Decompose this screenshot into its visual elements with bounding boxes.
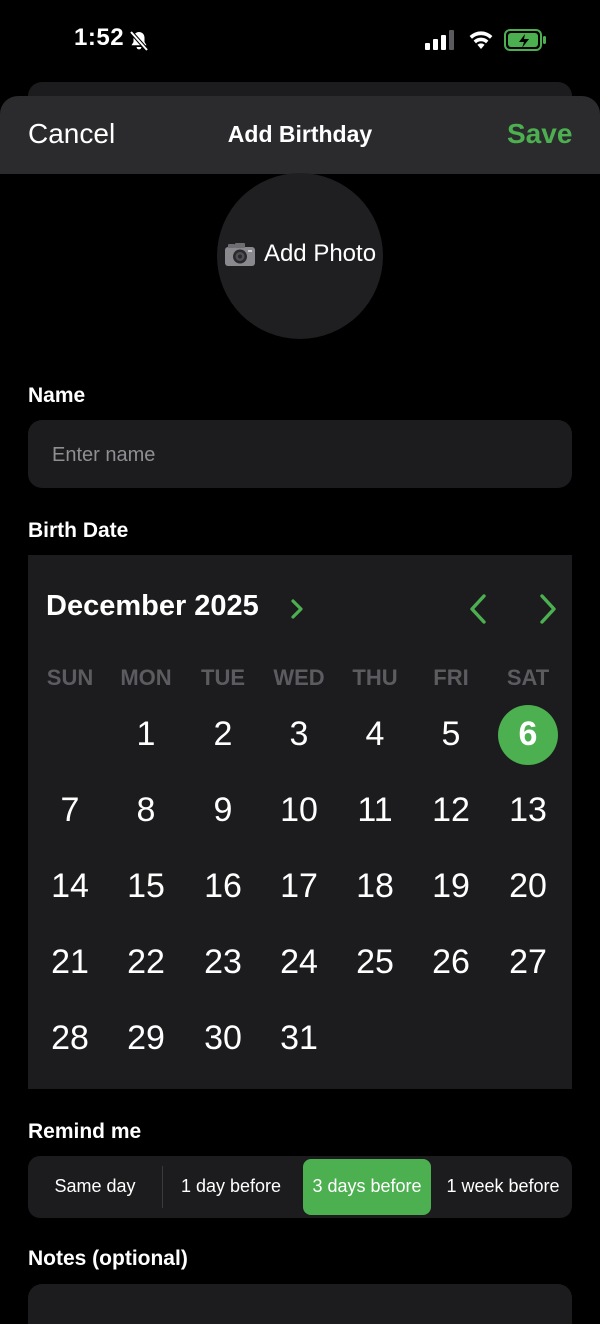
- calendar-day[interactable]: 29: [108, 1019, 184, 1058]
- calendar-day[interactable]: 22: [108, 943, 184, 982]
- weekday-sun: SUN: [46, 665, 94, 690]
- weekday-sat: SAT: [506, 665, 550, 690]
- calendar-day[interactable]: 16: [185, 867, 261, 906]
- weekday-thu: THU: [352, 665, 398, 690]
- calendar-day[interactable]: 11: [337, 791, 413, 830]
- calendar-day[interactable]: 4: [337, 715, 413, 754]
- calendar-day[interactable]: 28: [32, 1019, 108, 1058]
- remind-option-same-day[interactable]: Same day: [36, 1176, 154, 1197]
- segment-divider: [162, 1166, 163, 1208]
- remind-option-1-week-before[interactable]: 1 week before: [437, 1176, 569, 1197]
- weekday-mon: MON: [120, 665, 172, 690]
- calendar-day[interactable]: 24: [261, 943, 337, 982]
- remind-option-3-days-before[interactable]: 3 days before: [303, 1176, 431, 1197]
- calendar-day[interactable]: 14: [32, 867, 108, 906]
- calendar-day[interactable]: 20: [490, 867, 566, 906]
- calendar-day[interactable]: 9: [185, 791, 261, 830]
- wifi-icon: [469, 31, 493, 49]
- chevron-right-icon[interactable]: [289, 597, 305, 621]
- weekday-wed: WED: [273, 665, 325, 690]
- next-month-button[interactable]: [536, 592, 560, 626]
- camera-icon: [224, 243, 255, 266]
- calendar-day[interactable]: 26: [413, 943, 489, 982]
- calendar-month-year[interactable]: December 2025: [46, 590, 259, 623]
- calendar-day[interactable]: 27: [490, 943, 566, 982]
- battery-charging-icon: [504, 29, 546, 51]
- birth-date-label: Birth Date: [28, 519, 129, 542]
- calendar-day[interactable]: 17: [261, 867, 337, 906]
- add-photo-label: Add Photo: [263, 240, 377, 267]
- calendar-day[interactable]: 31: [261, 1019, 337, 1058]
- remind-option-1-day-before[interactable]: 1 day before: [170, 1176, 292, 1197]
- add-photo-content[interactable]: Add Photo: [217, 240, 383, 268]
- calendar-day[interactable]: 19: [413, 867, 489, 906]
- weekday-tue: TUE: [201, 665, 245, 690]
- calendar-day[interactable]: 25: [337, 943, 413, 982]
- cellular-signal-icon: [425, 30, 454, 50]
- calendar-day[interactable]: 13: [490, 791, 566, 830]
- bell-slash-icon: [129, 30, 149, 52]
- calendar-day[interactable]: 3: [261, 715, 337, 754]
- calendar-day[interactable]: 8: [108, 791, 184, 830]
- name-label: Name: [28, 384, 86, 407]
- calendar-day[interactable]: 7: [32, 791, 108, 830]
- calendar-day[interactable]: 10: [261, 791, 337, 830]
- calendar-day[interactable]: 5: [413, 715, 489, 754]
- status-time: 1:52: [74, 24, 125, 51]
- save-button[interactable]: Save: [507, 118, 572, 150]
- calendar-day[interactable]: 18: [337, 867, 413, 906]
- calendar-day[interactable]: 12: [413, 791, 489, 830]
- weekday-fri: FRI: [433, 665, 469, 690]
- calendar-day[interactable]: 15: [108, 867, 184, 906]
- previous-month-button[interactable]: [466, 592, 490, 626]
- calendar-day[interactable]: 1: [108, 715, 184, 754]
- calendar-day[interactable]: 30: [185, 1019, 261, 1058]
- name-input[interactable]: [50, 420, 554, 490]
- calendar-day[interactable]: 21: [32, 943, 108, 982]
- calendar-day[interactable]: 2: [185, 715, 261, 754]
- notes-label: Notes (optional): [28, 1247, 188, 1270]
- remind-me-label: Remind me: [28, 1120, 142, 1143]
- calendar-day[interactable]: 23: [185, 943, 261, 982]
- name-field-container: [28, 420, 572, 490]
- calendar-day-selected[interactable]: 6: [490, 715, 566, 754]
- notes-field[interactable]: [28, 1284, 572, 1324]
